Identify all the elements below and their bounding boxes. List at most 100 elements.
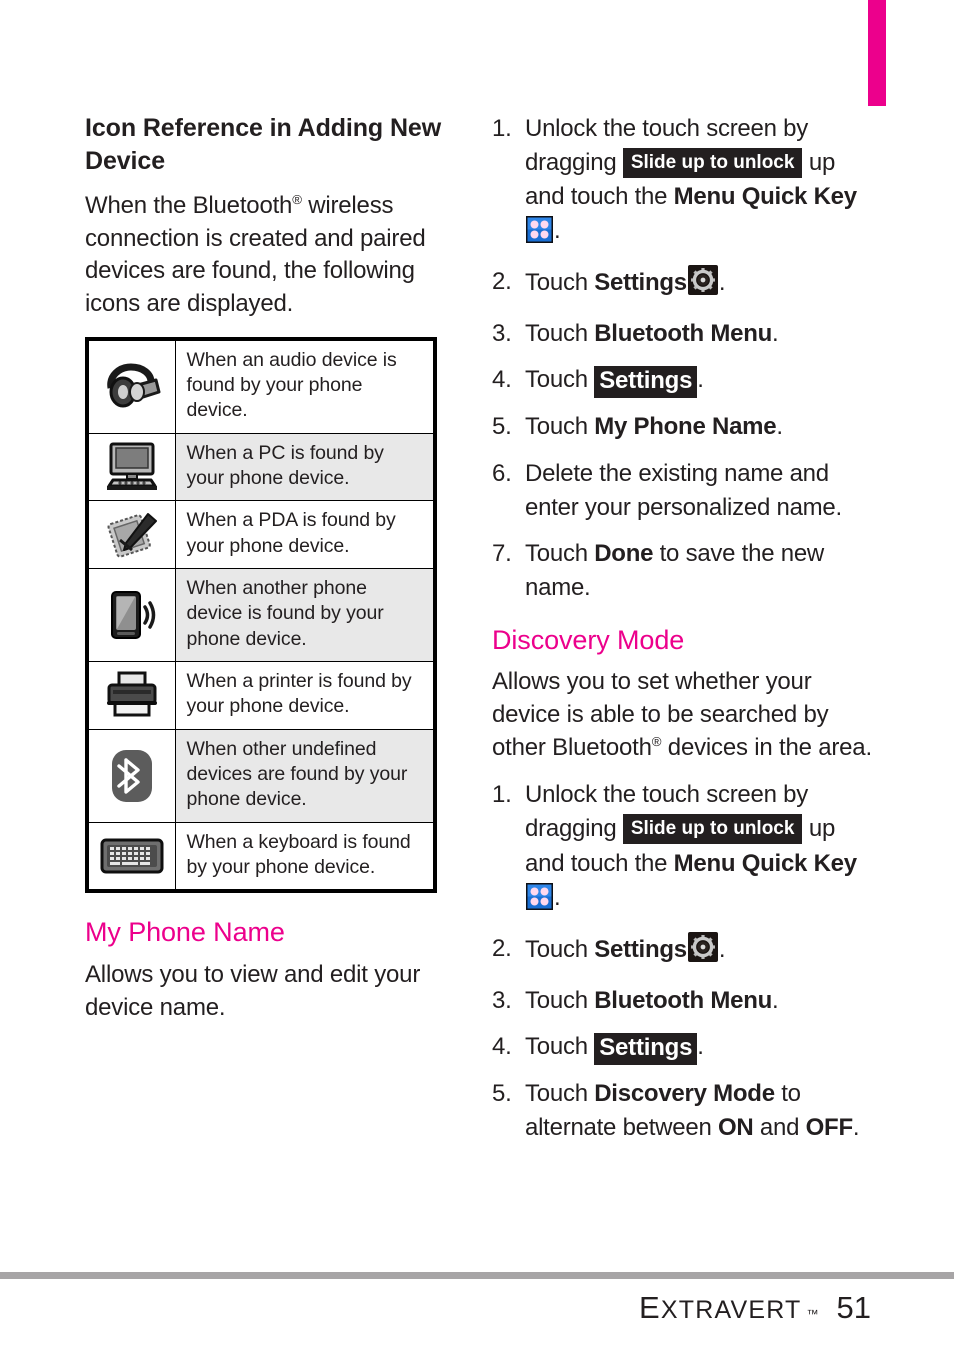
list-item: 3. Touch Bluetooth Menu. [492,317,874,351]
step-emphasis: My Phone Name [594,413,777,441]
mobile-phone-icon [110,590,155,639]
table-cell-text: When a keyboard is found by your phone d… [174,821,436,892]
table-cell-text: When a PDA is found by your phone device… [174,500,436,569]
my-phone-name-body: Allows you to view and edit your device … [85,960,421,1021]
table-cell-icon [86,728,176,823]
menu-quick-key-icon[interactable] [526,882,553,920]
step-number: 2. [492,268,512,296]
step-emphasis: Done [594,539,654,567]
step-text: Touch [525,1079,595,1107]
slide-up-to-unlock-chip[interactable]: Slide up to unlock [622,148,803,179]
bluetooth-icon [111,749,152,802]
step-text: . [776,413,783,441]
registered-mark: ® [651,733,662,749]
keyboard-icon [100,838,164,874]
menu-quick-key-icon[interactable] [526,216,553,253]
desktop-pc-icon [106,442,157,490]
registered-mark: ® [292,192,302,207]
step-number: 5. [492,1079,512,1107]
step-emphasis: Settings [594,269,687,297]
settings-label-chip[interactable]: Settings [594,366,698,399]
step-text: . [772,986,779,1014]
step-number: 1. [492,115,512,142]
step-text: . [697,1032,704,1060]
list-item: 3. Touch Bluetooth Menu. [492,984,874,1018]
bluetooth-device-icon-table: When an audio device is found by your ph… [85,336,437,894]
table-row: When a printer is found by your phone de… [86,660,436,730]
step-number: 1. [492,781,512,809]
discovery-text-after: devices in the area. [661,733,872,761]
settings-gear-icon[interactable] [687,265,718,305]
step-emphasis: Menu Quick Key [673,849,857,877]
settings-label-chip[interactable]: Settings [594,1032,698,1065]
step-text: Touch [525,935,595,963]
brand-initial: E [638,1290,661,1325]
table-row: When an audio device is found by your ph… [86,338,436,434]
my-phone-name-heading: My Phone Name [85,917,285,948]
table-cell-text: When a printer is found by your phone de… [174,660,436,730]
step-emphasis: Bluetooth Menu [594,986,773,1014]
discovery-mode-heading: Discovery Mode [492,624,685,655]
footer-divider [0,1272,954,1279]
step-text: Touch [525,413,595,441]
step-text: Touch [525,366,595,394]
step-emphasis: Settings [594,935,687,963]
step-text: . [718,269,726,297]
step-emphasis: Bluetooth Menu [594,320,773,348]
step-text: Touch [525,269,595,297]
table-cell-text: When another phone device is found by yo… [174,567,436,662]
step-number: 2. [492,934,512,962]
trademark-symbol: ™ [806,1307,819,1321]
step-text: . [554,883,561,911]
step-text: Touch [525,1032,595,1060]
list-item: 7. Touch Done to save the new name. [492,537,874,605]
left-column: Icon Reference in Adding New Device When… [85,112,457,1038]
step-text: Touch [525,320,595,348]
table-cell-icon [86,660,176,730]
table-cell-icon [86,338,176,434]
slide-up-to-unlock-chip[interactable]: Slide up to unlock [622,814,803,845]
step-text: . [852,1113,860,1141]
step-number: 3. [492,320,512,348]
table-cell-icon [86,500,176,569]
step-emphasis: ON [717,1113,754,1141]
printer-icon [106,671,157,717]
table-cell-icon [86,567,176,662]
page-footer: EXTRAVERT ™ 51 [639,1290,871,1326]
list-item: 2. Touch Settings. [492,931,874,972]
table-row: When a keyboard is found by your phone d… [86,821,436,892]
pda-stylus-icon [107,512,157,558]
discovery-mode-body: Allows you to set whether your device is… [492,666,874,764]
table-row: When other undefined devices are found b… [86,728,436,823]
list-item: 1. Unlock the touch screen by dragging Sl… [492,778,874,919]
step-number: 3. [492,986,512,1014]
table-cell-text: When other undefined devices are found b… [174,728,436,823]
discovery-mode-steps-list: 1. Unlock the touch screen by dragging Sl… [492,778,874,1145]
table-cell-icon [86,821,176,892]
headset-icon [107,363,161,408]
right-column: 1. Unlock the touch screen by dragging Sl… [492,112,874,1157]
step-number: 4. [492,1032,512,1060]
step-text: Touch [525,986,595,1014]
manual-page: Icon Reference in Adding New Device When… [0,0,954,1260]
list-item: 4. Touch Settings. [492,1030,874,1065]
step-text: . [554,217,561,245]
settings-gear-icon[interactable] [687,931,718,972]
step-text: . [697,366,704,394]
icon-table-body: When an audio device is found by your ph… [86,338,436,892]
table-cell-text: When an audio device is found by your ph… [174,338,436,434]
list-item: 6. Delete the existing name and enter you… [492,457,874,525]
my-phone-name-steps-list: 1. Unlock the touch screen by dragging Sl… [492,112,874,605]
icon-reference-intro: When the Bluetooth® wireless connection … [85,190,457,321]
step-emphasis: Discovery Mode [594,1079,775,1107]
intro-text-before: When the Bluetooth [85,192,293,219]
table-cell-icon [86,432,176,502]
list-item: 5. Touch Discovery Mode to alternate betw… [492,1077,874,1145]
step-text: Touch [525,539,595,567]
brand-rest: XTRAVERT [660,1296,802,1324]
step-number: 6. [492,459,512,487]
table-cell-text: When a PC is found by your phone device. [174,432,436,502]
step-emphasis: OFF [805,1113,854,1141]
step-text: Delete the existing name and enter your … [525,459,842,521]
table-row: When a PDA is found by your phone device… [86,500,436,569]
